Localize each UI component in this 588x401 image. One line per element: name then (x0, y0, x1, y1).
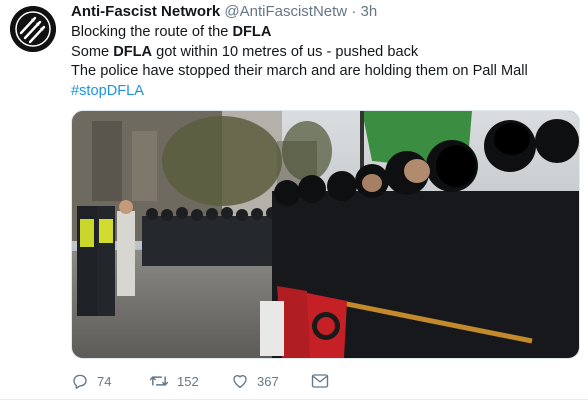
tweet-line-1: Blocking the route of the DFLA (71, 23, 581, 43)
tweet-line-4: #stopDFLA (71, 82, 581, 102)
tweet-line-2: Some DFLA got within 10 metres of us - p… (71, 43, 581, 63)
tweet-line-1-bold: DFLA (232, 24, 272, 40)
tweet-line-1-text: Blocking the route of the (71, 24, 233, 40)
protest-photo (72, 111, 579, 358)
author-handle[interactable]: @AntiFascistNetw (224, 3, 347, 20)
reply-button[interactable]: 74 (71, 372, 149, 390)
tweet-line-3: The police have stopped their march and … (71, 62, 581, 82)
tweet-line-3-text: The police have stopped their march and … (71, 63, 528, 80)
tweet-header: Anti-Fascist Network @AntiFascistNetw · … (71, 3, 377, 21)
retweet-count: 152 (177, 373, 199, 389)
heart-icon (233, 375, 247, 389)
tweet-line-2-text: Some (71, 43, 114, 60)
separator-dot: · (351, 3, 357, 20)
retweet-button[interactable]: 152 (149, 372, 231, 390)
like-button[interactable]: 367 (231, 372, 311, 390)
hashtag-link[interactable]: #stopDFLA (71, 83, 144, 99)
reply-count: 74 (97, 373, 112, 389)
tweet-text: Blocking the route of the DFLA Some DFLA… (71, 23, 581, 101)
avatar[interactable] (10, 6, 56, 52)
antifa-logo-icon (10, 6, 56, 52)
tweet-line-2-bold: DFLA (113, 43, 153, 60)
timestamp[interactable]: 3h (360, 3, 377, 20)
tweet[interactable]: Anti-Fascist Network @AntiFascistNetw · … (0, 0, 588, 401)
direct-message-button[interactable] (311, 373, 329, 389)
action-bar: 74 152 367 (71, 370, 329, 392)
author-name[interactable]: Anti-Fascist Network (71, 3, 220, 20)
tweet-divider (0, 399, 588, 400)
tweet-line-2-tail: got within 10 metres of us - pushed back (152, 43, 419, 60)
like-count: 367 (257, 373, 279, 389)
envelope-icon (311, 374, 329, 388)
retweet-icon (149, 376, 169, 386)
tweet-photo[interactable] (71, 110, 580, 359)
reply-icon (73, 374, 87, 389)
